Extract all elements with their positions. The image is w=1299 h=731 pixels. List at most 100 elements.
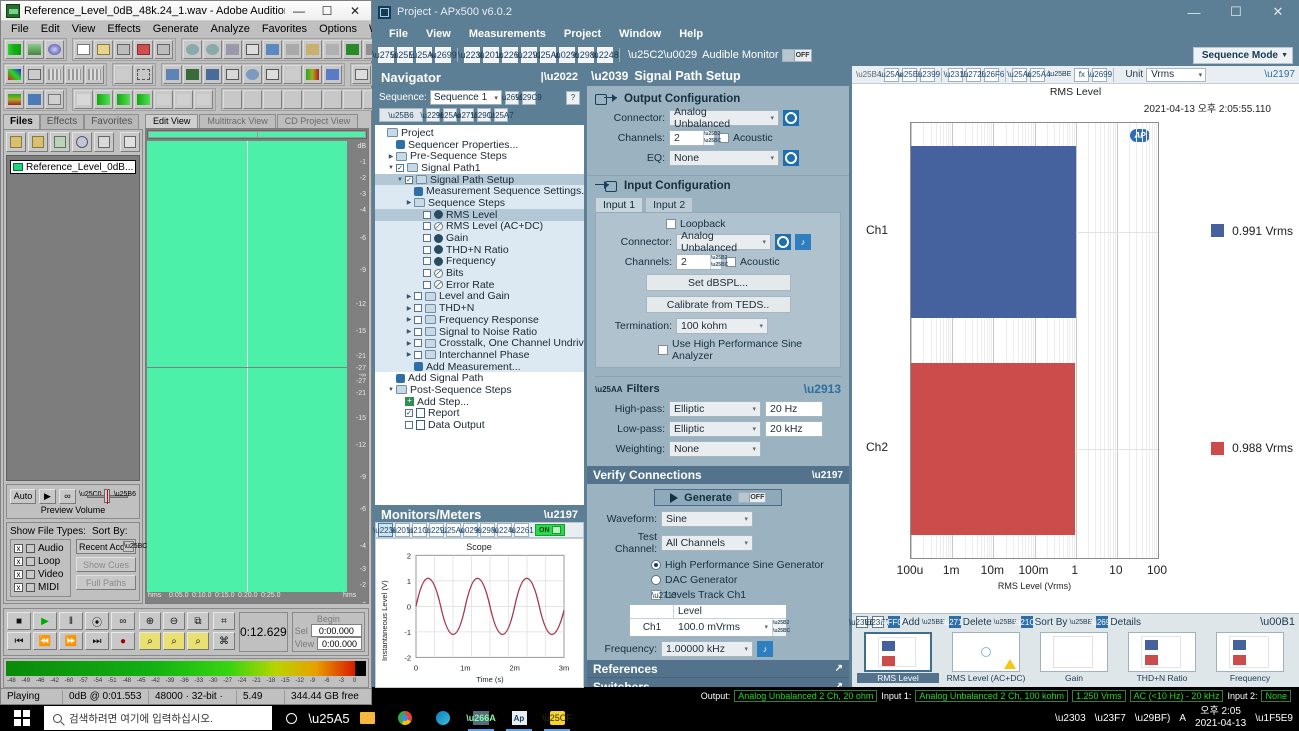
apx-menu-measurements[interactable]: Measurements <box>460 26 555 42</box>
apx-toolbar[interactable]: \u2750 \u25E7 \u25A4 \u2699 \u223F \u201… <box>372 44 1299 66</box>
undo-icon[interactable] <box>183 40 202 59</box>
monitors-on-toggle[interactable]: ON <box>535 524 565 536</box>
hiss-reduction-icon[interactable] <box>134 90 153 109</box>
window-a-icon[interactable] <box>163 65 182 84</box>
legend-view-icon[interactable]: \u25A4 <box>1025 67 1051 82</box>
audition-icon[interactable]: \u266A <box>462 705 500 731</box>
graph-toolbar[interactable]: \u25B4 \u25A4 \u25E8 \u2399 \u2315 \u272… <box>852 66 1299 84</box>
tab-cd-project-view[interactable]: CD Project View <box>276 114 359 128</box>
filetype-video-checkbox[interactable]: x <box>14 570 23 579</box>
output-connector-select[interactable]: Analog Unbalanced <box>669 106 779 130</box>
window-b-icon[interactable] <box>183 65 202 84</box>
transport-button-8[interactable]: ⏭ <box>85 632 109 650</box>
run-sequence-button[interactable]: \u25B6 <box>379 108 423 122</box>
tree-checkbox[interactable] <box>414 304 422 313</box>
input-connector-signal-icon[interactable] <box>795 234 811 250</box>
paste-item-icon[interactable]: \u25A7 <box>488 108 514 122</box>
measurement-toolbar[interactable]: \u23EE \u23ED \uFF0B Add \u25BE \u2715 Dele… <box>849 614 1299 630</box>
tree-twisty-icon[interactable]: ▶ <box>386 153 396 160</box>
weighting-select[interactable]: None <box>669 441 761 457</box>
tree-twisty-icon[interactable]: ▶ <box>404 293 414 300</box>
input-tabs[interactable]: Input 1 Input 2 <box>595 197 841 212</box>
calibrate-teds-button[interactable]: Calibrate from TEDS.. <box>645 296 791 313</box>
chevron-up-icon[interactable]: \u2303 <box>1055 713 1086 724</box>
channel-mixer-icon[interactable] <box>323 90 342 109</box>
pitch-icon[interactable] <box>343 90 362 109</box>
fade-icon[interactable] <box>154 90 173 109</box>
tree-checkbox[interactable] <box>423 222 431 231</box>
list-tab-icon[interactable]: \u2261 <box>509 523 534 537</box>
transport-button-0[interactable]: ■ <box>7 612 31 630</box>
tree-checkbox[interactable] <box>423 234 431 243</box>
audition-menu-edit[interactable]: Edit <box>35 22 66 36</box>
cut-icon[interactable] <box>283 40 302 59</box>
audition-panel-tabs[interactable]: Files Effects Favorites <box>3 114 143 129</box>
tree-checkbox[interactable] <box>423 210 431 219</box>
sort-by-select[interactable]: Recent Acc \u25BC <box>76 539 147 554</box>
termination-select[interactable]: 100 kohm <box>676 318 768 334</box>
collapsed-panels-list[interactable]: References↗Switchers↗DCX↗Clocks↗Triggers… <box>587 660 849 687</box>
graph-popout-icon[interactable]: \u2197 <box>1264 69 1295 80</box>
toolbar-group-meters[interactable] <box>3 88 67 111</box>
phase-analysis-icon[interactable] <box>45 90 64 109</box>
apx-menu-project[interactable]: Project <box>555 26 610 42</box>
kakaotalk-icon[interactable]: \u25CF <box>538 705 576 731</box>
tree-checkbox[interactable]: ✓ <box>405 409 413 418</box>
grid-b-icon[interactable] <box>65 65 84 84</box>
input-connector-select[interactable]: Analog Unbalanced <box>676 230 771 254</box>
monitors-popout-icon[interactable]: \u2197 <box>544 509 578 521</box>
lowpass-type-select[interactable]: Elliptic <box>669 421 761 437</box>
graph-scroll-up-icon[interactable]: \u25B4 <box>856 70 881 79</box>
tree-checkbox[interactable]: ✓ <box>396 163 404 172</box>
insert-multitrack-icon[interactable] <box>343 40 362 59</box>
transport-button-7[interactable]: ⏩ <box>59 632 83 650</box>
audition-minimize-button[interactable]: — <box>285 2 313 20</box>
nav-tree-item[interactable]: Data Output <box>375 419 584 431</box>
audition-menu-bar[interactable]: File Edit View Effects Generate Analyze Favori… <box>1 21 443 37</box>
chart-plot-area[interactable]: AP <box>910 122 1159 559</box>
tab-multitrack-view[interactable]: Multitrack View <box>199 114 276 128</box>
select-all-icon[interactable] <box>243 40 262 59</box>
toolbar-group-file[interactable] <box>72 38 176 61</box>
frequency-select[interactable]: 1.00000 kHz <box>661 641 753 657</box>
task-view-icon[interactable]: \u25A5 <box>308 705 349 731</box>
waveform-select[interactable]: Sine <box>661 511 753 527</box>
add-measurement-button[interactable]: \uFF0B Add \u25BE <box>881 616 945 628</box>
loopback-checkbox[interactable] <box>666 219 676 229</box>
nav-tree-item[interactable]: RMS Level (AC+DC) <box>375 220 584 232</box>
transport-buttons[interactable]: ■ ▶ ‖ ⦿ ∞ ⏮ ⏪ ⏩ ⏭ ● <box>7 612 135 652</box>
mix-paste-icon[interactable] <box>323 40 342 59</box>
nav-tree-item[interactable]: ▼ ✓ Signal Path1 <box>375 162 584 174</box>
transport-button-1[interactable]: ▶ <box>33 612 57 630</box>
tree-twisty-icon[interactable]: ▶ <box>404 340 414 347</box>
filetype-audio-checkbox[interactable]: x <box>14 544 23 553</box>
tree-twisty-icon[interactable]: ▶ <box>404 305 414 312</box>
play-list-icon[interactable] <box>223 65 242 84</box>
nav-tree-item[interactable]: Add Signal Path <box>375 372 584 384</box>
dac-gen-radio-row[interactable]: DAC Generator <box>651 574 841 586</box>
notifications-icon[interactable]: \u1F5E9 <box>1255 713 1293 724</box>
apx-menu-view[interactable]: View <box>417 26 460 42</box>
output-connector-settings-icon[interactable] <box>783 110 799 126</box>
sort-by-button[interactable]: \u21C5 Sort By \u25BE <box>1014 616 1092 628</box>
tab-edit-view[interactable]: Edit View <box>145 114 199 128</box>
nav-tree-item[interactable]: Add Measurement... <box>375 361 584 373</box>
file-info-button[interactable] <box>94 132 114 152</box>
tree-checkbox[interactable] <box>414 292 422 301</box>
lowpass-freq-input[interactable]: 20 kHz <box>765 421 823 437</box>
output-eq-select[interactable]: None <box>669 150 779 166</box>
phase-view-icon[interactable] <box>25 65 44 84</box>
markers-icon[interactable] <box>263 65 282 84</box>
audition-menu-file[interactable]: File <box>5 22 35 36</box>
audition-menu-options[interactable]: Options <box>313 22 363 36</box>
test-channel-select[interactable]: All Channels <box>661 535 753 551</box>
grid-a-icon[interactable] <box>45 65 64 84</box>
chart-bar[interactable] <box>911 145 1076 318</box>
frequency-extra-icon[interactable] <box>757 641 773 657</box>
network-icon[interactable]: \u23F7 <box>1095 713 1126 724</box>
apx-menu-help[interactable]: Help <box>670 26 712 42</box>
tree-checkbox[interactable] <box>423 269 431 278</box>
zoom-button-4[interactable]: ⌕ <box>163 632 185 650</box>
tree-checkbox[interactable] <box>423 245 431 254</box>
output-acoustic-check[interactable]: Acoustic <box>719 132 773 144</box>
